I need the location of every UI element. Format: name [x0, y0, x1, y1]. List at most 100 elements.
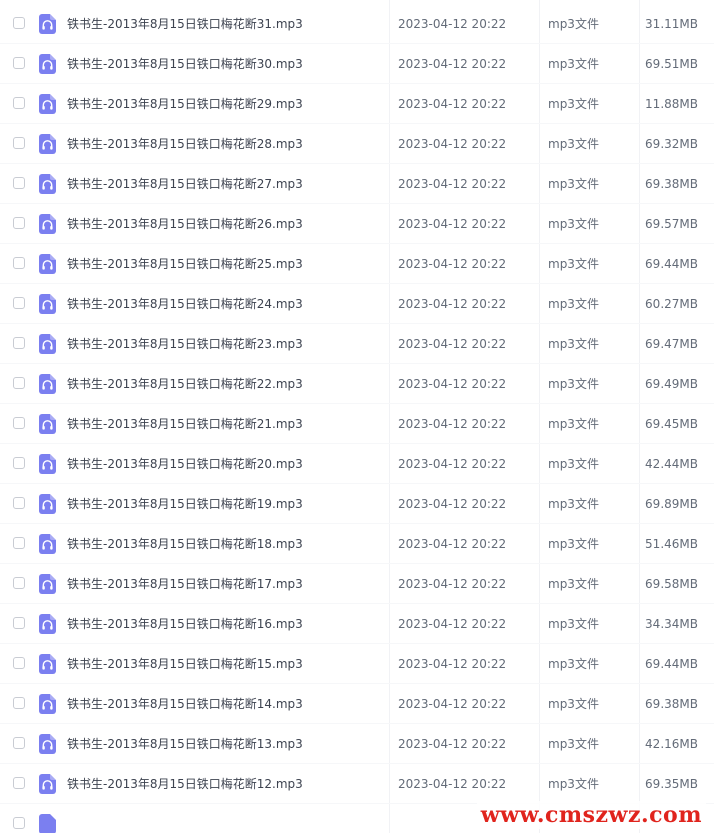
file-name[interactable]: 铁书生-2013年8月15日铁口梅花断27.mp3	[67, 164, 303, 204]
file-date: 2023-04-12 20:22	[398, 417, 507, 431]
row-checkbox[interactable]	[13, 57, 25, 69]
music-file-icon	[39, 14, 56, 34]
table-row[interactable]: 铁书生-2013年8月15日铁口梅花断28.mp3 2023-04-12 20:2…	[0, 124, 714, 164]
file-size: 69.57MB	[645, 217, 698, 231]
music-file-icon	[39, 174, 56, 194]
music-file-icon	[39, 254, 56, 274]
row-checkbox[interactable]	[13, 337, 25, 349]
music-file-icon	[39, 774, 56, 794]
music-file-icon	[39, 94, 56, 114]
row-checkbox[interactable]	[13, 177, 25, 189]
file-type: mp3文件	[548, 417, 599, 431]
file-type: mp3文件	[548, 737, 599, 751]
file-name[interactable]: 铁书生-2013年8月15日铁口梅花断26.mp3	[67, 204, 303, 244]
table-row[interactable]: 铁书生-2013年8月15日铁口梅花断18.mp3 2023-04-12 20:2…	[0, 524, 714, 564]
row-checkbox[interactable]	[13, 17, 25, 29]
row-checkbox[interactable]	[13, 297, 25, 309]
file-name[interactable]: 铁书生-2013年8月15日铁口梅花断25.mp3	[67, 244, 303, 284]
file-type: mp3文件	[548, 577, 599, 591]
table-row[interactable]: 铁书生-2013年8月15日铁口梅花断13.mp3 2023-04-12 20:2…	[0, 724, 714, 764]
file-name[interactable]: 铁书生-2013年8月15日铁口梅花断20.mp3	[67, 444, 303, 484]
table-row[interactable]: 铁书生-2013年8月15日铁口梅花断31.mp3 2023-04-12 20:2…	[0, 4, 714, 44]
music-file-icon	[39, 454, 56, 474]
table-row[interactable]: 铁书生-2013年8月15日铁口梅花断22.mp3 2023-04-12 20:2…	[0, 364, 714, 404]
file-name[interactable]: 铁书生-2013年8月15日铁口梅花断23.mp3	[67, 324, 303, 364]
file-type: mp3文件	[548, 657, 599, 671]
file-name[interactable]: 铁书生-2013年8月15日铁口梅花断28.mp3	[67, 124, 303, 164]
music-file-icon	[39, 614, 56, 634]
music-file-icon	[39, 294, 56, 314]
row-checkbox[interactable]	[13, 817, 25, 829]
table-row[interactable]: 铁书生-2013年8月15日铁口梅花断30.mp3 2023-04-12 20:2…	[0, 44, 714, 84]
file-name[interactable]: 铁书生-2013年8月15日铁口梅花断13.mp3	[67, 724, 303, 764]
file-name[interactable]: 铁书生-2013年8月15日铁口梅花断17.mp3	[67, 564, 303, 604]
file-size: 42.44MB	[645, 457, 698, 471]
music-file-icon	[39, 374, 56, 394]
row-checkbox[interactable]	[13, 217, 25, 229]
file-size: 60.27MB	[645, 297, 698, 311]
table-row[interactable]: 铁书生-2013年8月15日铁口梅花断24.mp3 2023-04-12 20:2…	[0, 284, 714, 324]
file-name[interactable]: 铁书生-2013年8月15日铁口梅花断30.mp3	[67, 44, 303, 84]
music-file-icon	[39, 534, 56, 554]
file-type: mp3文件	[548, 457, 599, 471]
file-name[interactable]: 铁书生-2013年8月15日铁口梅花断31.mp3	[67, 4, 303, 44]
file-name[interactable]: 铁书生-2013年8月15日铁口梅花断19.mp3	[67, 484, 303, 524]
file-name[interactable]: 铁书生-2013年8月15日铁口梅花断16.mp3	[67, 604, 303, 644]
file-date: 2023-04-12 20:22	[398, 377, 507, 391]
music-file-icon	[39, 414, 56, 434]
file-name[interactable]: 铁书生-2013年8月15日铁口梅花断21.mp3	[67, 404, 303, 444]
table-row[interactable]: 铁书生-2013年8月15日铁口梅花断12.mp3 2023-04-12 20:2…	[0, 764, 714, 804]
file-date: 2023-04-12 20:22	[398, 137, 507, 151]
table-row[interactable]: 铁书生-2013年8月15日铁口梅花断20.mp3 2023-04-12 20:2…	[0, 444, 714, 484]
file-date: 2023-04-12 20:22	[398, 257, 507, 271]
row-checkbox[interactable]	[13, 257, 25, 269]
table-row[interactable]: 铁书生-2013年8月15日铁口梅花断29.mp3 2023-04-12 20:2…	[0, 84, 714, 124]
table-row[interactable]: 铁书生-2013年8月15日铁口梅花断14.mp3 2023-04-12 20:2…	[0, 684, 714, 724]
table-row[interactable]: 铁书生-2013年8月15日铁口梅花断15.mp3 2023-04-12 20:2…	[0, 644, 714, 684]
table-row[interactable]: 铁书生-2013年8月15日铁口梅花断26.mp3 2023-04-12 20:2…	[0, 204, 714, 244]
file-name[interactable]: 铁书生-2013年8月15日铁口梅花断15.mp3	[67, 644, 303, 684]
file-size: 69.58MB	[645, 577, 698, 591]
row-checkbox[interactable]	[13, 377, 25, 389]
table-row[interactable]: 铁书生-2013年8月15日铁口梅花断25.mp3 2023-04-12 20:2…	[0, 244, 714, 284]
file-type: mp3文件	[548, 497, 599, 511]
table-row[interactable]: 铁书生-2013年8月15日铁口梅花断17.mp3 2023-04-12 20:2…	[0, 564, 714, 604]
row-checkbox[interactable]	[13, 497, 25, 509]
file-size: 69.32MB	[645, 137, 698, 151]
file-date: 2023-04-12 20:22	[398, 577, 507, 591]
file-type: mp3文件	[548, 337, 599, 351]
file-name[interactable]: 铁书生-2013年8月15日铁口梅花断24.mp3	[67, 284, 303, 324]
table-row[interactable]: 铁书生-2013年8月15日铁口梅花断16.mp3 2023-04-12 20:2…	[0, 604, 714, 644]
table-row[interactable]: 铁书生-2013年8月15日铁口梅花断27.mp3 2023-04-12 20:2…	[0, 164, 714, 204]
file-date: 2023-04-12 20:22	[398, 297, 507, 311]
row-checkbox[interactable]	[13, 537, 25, 549]
file-date: 2023-04-12 20:22	[398, 57, 507, 71]
file-name[interactable]: 铁书生-2013年8月15日铁口梅花断18.mp3	[67, 524, 303, 564]
file-size: 69.38MB	[645, 697, 698, 711]
row-checkbox[interactable]	[13, 457, 25, 469]
file-name[interactable]: 铁书生-2013年8月15日铁口梅花断12.mp3	[67, 764, 303, 804]
row-checkbox[interactable]	[13, 737, 25, 749]
row-checkbox[interactable]	[13, 137, 25, 149]
music-file-icon	[39, 214, 56, 234]
file-size: 69.44MB	[645, 657, 698, 671]
row-checkbox[interactable]	[13, 417, 25, 429]
table-row[interactable]: 铁书生-2013年8月15日铁口梅花断21.mp3 2023-04-12 20:2…	[0, 404, 714, 444]
file-type: mp3文件	[548, 257, 599, 271]
file-name[interactable]: 铁书生-2013年8月15日铁口梅花断22.mp3	[67, 364, 303, 404]
row-checkbox[interactable]	[13, 777, 25, 789]
row-checkbox[interactable]	[13, 577, 25, 589]
table-row[interactable]: 铁书生-2013年8月15日铁口梅花断23.mp3 2023-04-12 20:2…	[0, 324, 714, 364]
file-name[interactable]: 铁书生-2013年8月15日铁口梅花断14.mp3	[67, 684, 303, 724]
file-date: 2023-04-12 20:22	[398, 777, 507, 791]
row-checkbox[interactable]	[13, 697, 25, 709]
row-checkbox[interactable]	[13, 617, 25, 629]
row-checkbox[interactable]	[13, 657, 25, 669]
file-date: 2023-04-12 20:22	[398, 657, 507, 671]
table-row[interactable]: 铁书生-2013年8月15日铁口梅花断19.mp3 2023-04-12 20:2…	[0, 484, 714, 524]
music-file-icon	[39, 134, 56, 154]
file-type: mp3文件	[548, 57, 599, 71]
file-size: 69.38MB	[645, 177, 698, 191]
file-name[interactable]: 铁书生-2013年8月15日铁口梅花断29.mp3	[67, 84, 303, 124]
row-checkbox[interactable]	[13, 97, 25, 109]
